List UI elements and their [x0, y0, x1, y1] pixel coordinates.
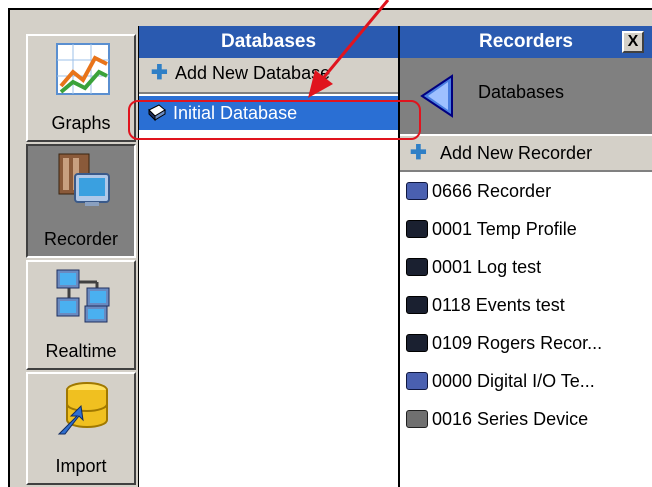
recorders-panel-header: Recorders X — [400, 26, 652, 58]
add-new-recorder-label: Add New Recorder — [440, 143, 593, 163]
close-button[interactable]: X — [622, 31, 644, 53]
graphs-label: Graphs — [51, 113, 111, 133]
recorder-item-label: 0001 Log test — [432, 257, 542, 277]
recorder-item[interactable]: 0001 Log test — [400, 248, 652, 286]
databases-panel: Databases ✚ Add New Database Initial Dat… — [138, 26, 398, 487]
graph-chart-icon — [56, 43, 110, 95]
import-label: Import — [55, 456, 107, 476]
recorder-item-label: 0109 Rogers Recor... — [432, 333, 603, 353]
back-databases-label: Databases — [478, 82, 565, 102]
recorder-button[interactable]: Recorder — [26, 144, 136, 258]
recorder-item[interactable]: 0016 Series Device — [400, 400, 652, 438]
import-button[interactable]: Import — [26, 372, 136, 485]
recorder-item-label: 0016 Series Device — [432, 409, 589, 429]
recorder-item-label: 0000 Digital I/O Te... — [432, 371, 595, 391]
recorder-dark-icon — [406, 220, 428, 238]
realtime-label: Realtime — [45, 341, 117, 361]
recorder-item[interactable]: 0000 Digital I/O Te... — [400, 362, 652, 400]
recorder-item[interactable]: 0118 Events test — [400, 286, 652, 324]
back-triangle-icon — [420, 74, 453, 118]
add-new-recorder-button[interactable]: ✚ Add New Recorder — [400, 136, 652, 172]
add-plus-icon: ✚ — [410, 142, 427, 164]
databases-panel-title: Databases — [139, 26, 398, 58]
recorder-computer-icon — [58, 153, 110, 206]
add-plus-icon: ✚ — [151, 62, 168, 84]
left-toolbar: Graphs Recorder Realtime Import — [14, 26, 138, 487]
back-to-databases-button[interactable]: Databases — [400, 58, 652, 136]
recorder-item[interactable]: 0109 Rogers Recor... — [400, 324, 652, 362]
add-new-database-button[interactable]: ✚ Add New Database — [139, 58, 398, 94]
import-database-icon — [57, 382, 108, 435]
recorder-blue-icon — [406, 182, 428, 200]
recorder-dark-icon — [406, 334, 428, 352]
graphs-button[interactable]: Graphs — [26, 34, 136, 142]
recorder-grey-icon — [406, 410, 428, 428]
recorder-item-label: 0001 Temp Profile — [432, 219, 577, 239]
recorders-panel-title: Recorders — [479, 31, 573, 52]
recorder-dark-icon — [406, 258, 428, 276]
realtime-button[interactable]: Realtime — [26, 260, 136, 370]
database-item-initial[interactable]: Initial Database — [139, 96, 398, 130]
recorder-item-label: 0666 Recorder — [432, 181, 552, 201]
recorder-blue-icon — [406, 372, 428, 390]
recorder-item-label: 0118 Events test — [432, 295, 565, 315]
database-item-label: Initial Database — [173, 103, 298, 123]
add-new-database-label: Add New Database — [175, 63, 331, 83]
database-book-icon — [148, 104, 166, 122]
recorder-dark-icon — [406, 296, 428, 314]
recorder-item[interactable]: 0666 Recorder — [400, 172, 652, 210]
realtime-network-icon — [56, 269, 110, 323]
recorder-item[interactable]: 0001 Temp Profile — [400, 210, 652, 248]
recorder-label: Recorder — [43, 229, 119, 249]
recorders-panel: Recorders X Databases ✚ Add New Recorder… — [398, 26, 652, 487]
